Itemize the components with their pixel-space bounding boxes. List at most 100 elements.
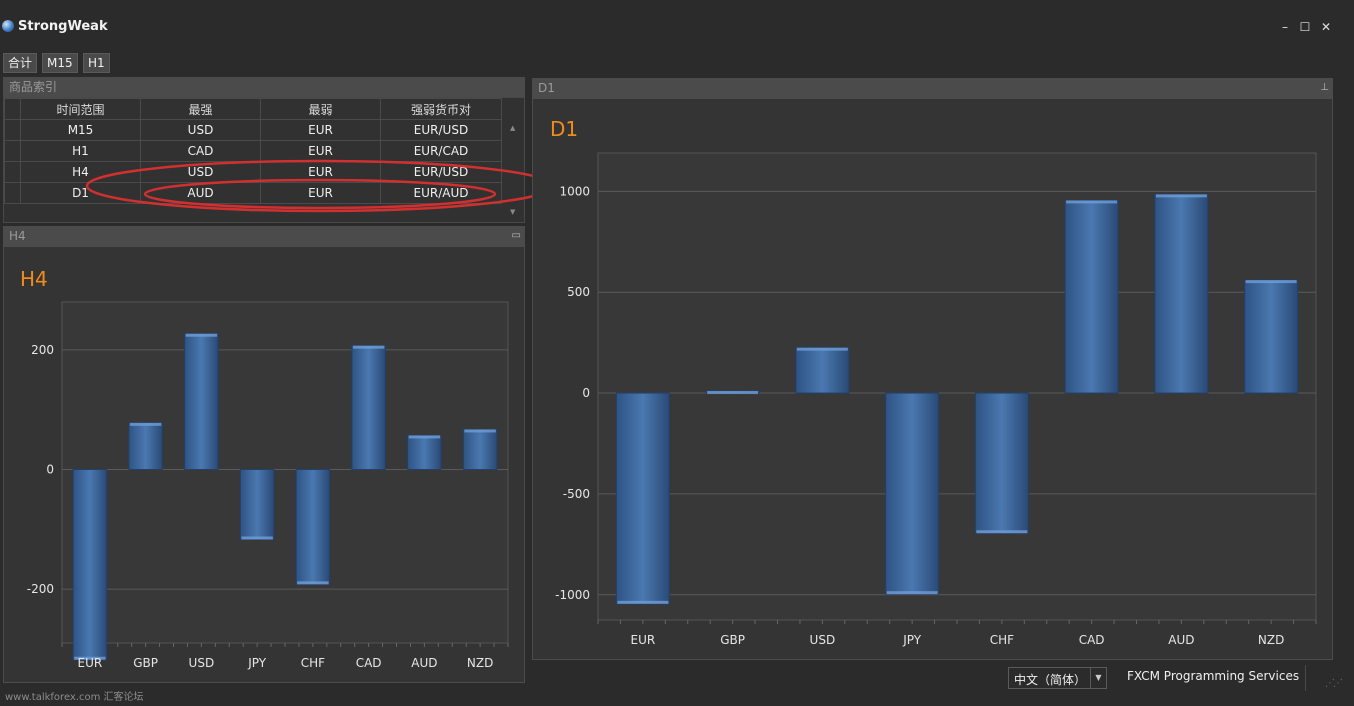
cell-weakest[interactable]: EUR [260,182,381,204]
row-indicator [4,182,21,204]
app-logo-icon [2,20,14,32]
cell-timeframe[interactable]: H4 [20,161,141,183]
h4-x-tick-label: USD [189,656,215,670]
d1-bar [795,347,850,394]
chevron-down-icon[interactable]: ▼ [1090,668,1106,688]
row-indicator-header [4,98,21,120]
cell-timeframe[interactable]: M15 [20,119,141,141]
h4-bar-highlight [408,435,441,439]
h4-bar-highlight [129,422,162,426]
cell-weakest[interactable]: EUR [260,140,381,162]
column-header-weakest[interactable]: 最弱 [260,98,381,120]
cell-strongest[interactable]: CAD [140,140,261,162]
minimize-button[interactable]: – [1276,18,1294,36]
column-header-timeframe[interactable]: 时间范围 [20,98,141,120]
cell-strongest[interactable]: USD [140,161,261,183]
d1-panel-header: D1 ⊥ [532,78,1333,98]
h4-bar [351,345,386,471]
grid-scrollbar[interactable]: ▲ ▼ [506,120,522,224]
restore-icon[interactable]: ▭ [512,226,521,246]
d1-bar-highlight [1066,200,1118,204]
d1-x-tick-label: CHF [990,633,1014,647]
cell-pair[interactable]: EUR/AUD [380,182,502,204]
h4-bar [72,469,108,661]
d1-bar-highlight [796,347,848,351]
language-select[interactable]: 中文（简体） ▼ [1008,667,1107,689]
h4-bar [239,469,275,541]
scroll-up-icon[interactable]: ▲ [510,124,515,132]
cell-strongest[interactable]: AUD [140,182,261,204]
pin-icon[interactable]: ⊥ [1320,78,1329,98]
h4-x-tick-label: JPY [247,656,267,670]
app-title: StrongWeak [18,19,108,34]
cell-pair[interactable]: EUR/CAD [380,140,502,162]
d1-bar [1244,279,1299,394]
h4-y-tick-label: 0 [46,463,54,477]
d1-x-tick-label: EUR [631,633,656,647]
d1-bar-highlight [1155,194,1207,198]
d1-y-tick-label: 0 [582,386,590,400]
h4-bar-highlight [297,581,329,585]
grid-header-row: 时间范围 最强 最弱 强弱货币对 [4,98,502,120]
h4-x-tick-label: NZD [467,656,493,670]
h4-panel-title: H4 [9,229,26,243]
m15-button[interactable]: M15 [42,53,78,73]
table-row[interactable]: H1 CAD EUR EUR/CAD [4,140,502,162]
column-header-pair[interactable]: 强弱货币对 [380,98,502,120]
cell-strongest[interactable]: USD [140,119,261,141]
scroll-down-icon[interactable]: ▼ [510,208,515,216]
h4-x-tick-label: CAD [356,656,382,670]
d1-x-tick-label: JPY [902,633,922,647]
d1-x-tick-label: USD [810,633,836,647]
row-indicator [4,119,21,141]
d1-y-tick-label: -500 [563,487,590,501]
d1-x-tick-label: GBP [720,633,745,647]
d1-bar-highlight [617,600,669,604]
h4-bar [128,422,163,471]
cell-pair[interactable]: EUR/USD [380,119,502,141]
h4-x-tick-label: GBP [133,656,158,670]
resize-grip-icon[interactable]: ⋰⋰ [1325,678,1343,689]
cell-weakest[interactable]: EUR [260,119,381,141]
cell-weakest[interactable]: EUR [260,161,381,183]
h4-y-tick-label: 200 [31,343,54,357]
d1-bar [974,392,1029,534]
cell-timeframe[interactable]: H1 [20,140,141,162]
d1-y-tick-label: 500 [567,285,590,299]
h4-bar-highlight [185,333,218,337]
h4-plot-area [61,301,509,644]
table-row[interactable]: M15 USD EUR EUR/USD [4,119,502,141]
cell-timeframe[interactable]: D1 [20,182,141,204]
h4-bar [184,333,219,471]
h4-bar-highlight [352,345,385,349]
d1-x-tick-label: NZD [1258,633,1284,647]
d1-x-tick-label: CAD [1079,633,1105,647]
h1-button[interactable]: H1 [83,53,110,73]
table-row[interactable]: D1 AUD EUR EUR/AUD [4,182,502,204]
services-label: FXCM Programming Services [1127,669,1300,683]
d1-bar [885,392,940,595]
row-indicator [4,161,21,183]
total-button[interactable]: 合计 [3,53,38,73]
table-row[interactable]: H4 USD EUR EUR/USD [4,161,502,183]
index-grid: 时间范围 最强 最弱 强弱货币对 M15 USD EUR EUR/USD H1 … [3,97,525,223]
d1-bar [615,392,670,605]
d1-bar-highlight [976,530,1028,534]
maximize-button[interactable]: ☐ [1296,18,1314,36]
status-divider [1305,665,1306,691]
index-panel-title: 商品索引 [9,80,58,94]
h4-y-tick-label: -200 [27,582,54,596]
d1-x-tick-label: AUD [1168,633,1194,647]
d1-bar-highlight [1245,280,1297,284]
d1-y-tick-label: 1000 [559,184,590,198]
d1-bar [1064,199,1119,394]
cell-pair[interactable]: EUR/USD [380,161,502,183]
row-indicator [4,140,21,162]
column-header-strongest[interactable]: 最强 [140,98,261,120]
close-button[interactable]: ✕ [1317,18,1335,36]
d1-bar-highlight [886,591,938,595]
index-panel-header: 商品索引 [3,77,525,97]
h4-bar [462,428,498,471]
title-bar: StrongWeak – ☐ ✕ [0,0,1354,50]
h4-bar-chart: -200 0 200 EUR GBP USD JPY CHF CAD AUD NZD [27,301,509,670]
